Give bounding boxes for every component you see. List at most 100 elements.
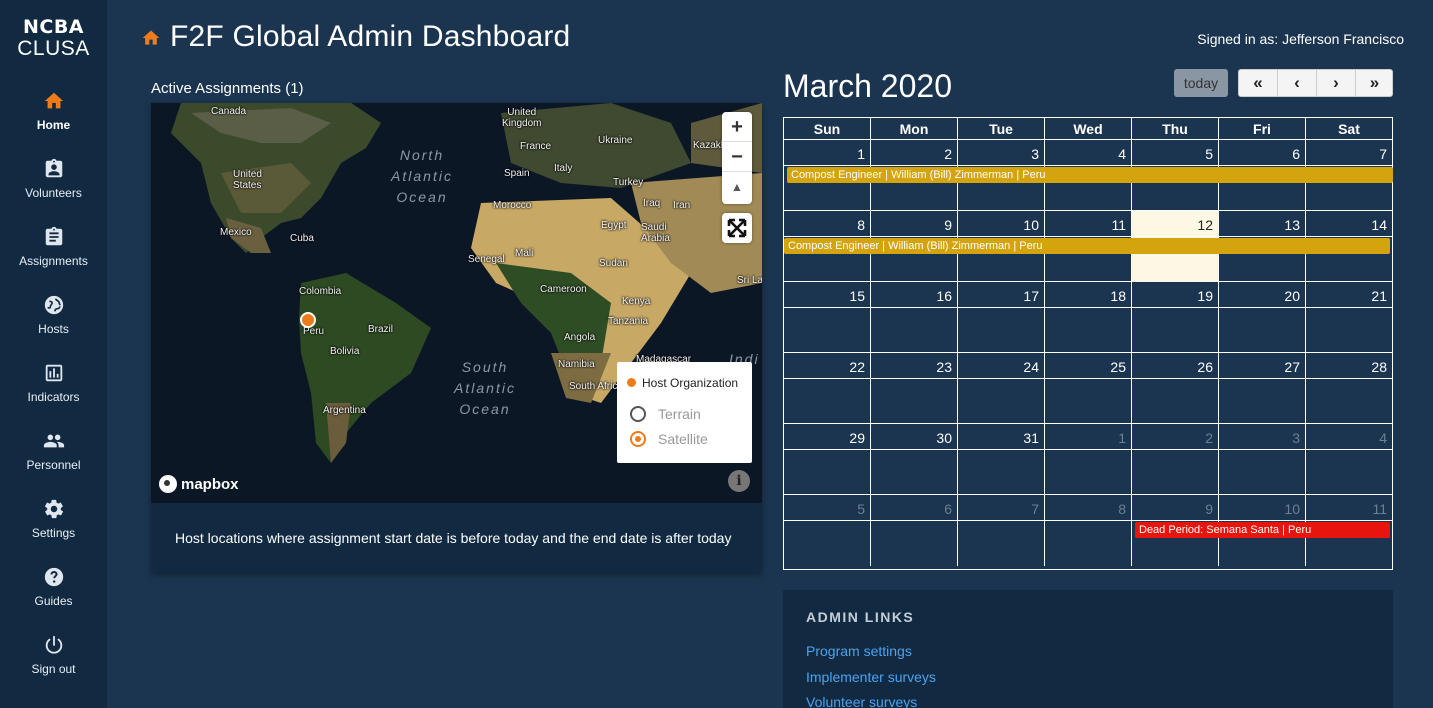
calendar-day-cell[interactable]: 21 bbox=[1306, 282, 1392, 353]
day-number[interactable]: 23 bbox=[936, 359, 952, 375]
map-label-mexico: Mexico bbox=[220, 227, 252, 238]
compass-button[interactable]: ▲ bbox=[722, 172, 752, 202]
day-number[interactable]: 27 bbox=[1284, 359, 1300, 375]
day-number[interactable]: 14 bbox=[1371, 217, 1387, 233]
attribution-info-button[interactable]: i bbox=[728, 470, 750, 492]
day-number[interactable]: 29 bbox=[849, 430, 865, 446]
nav-settings[interactable]: Settings bbox=[0, 498, 107, 558]
calendar-day-cell[interactable]: 15 bbox=[784, 282, 871, 353]
calendar-day-cell[interactable]: 28 bbox=[1306, 353, 1392, 424]
terrain-radio[interactable]: Terrain bbox=[630, 406, 701, 422]
calendar-day-cell[interactable]: 8 bbox=[1045, 495, 1132, 566]
day-number[interactable]: 3 bbox=[1292, 430, 1300, 446]
day-number[interactable]: 10 bbox=[1284, 501, 1300, 517]
calendar-day-cell[interactable]: 16 bbox=[871, 282, 958, 353]
calendar-day-cell[interactable]: 22 bbox=[784, 353, 871, 424]
day-number[interactable]: 4 bbox=[1379, 430, 1387, 446]
calendar-event[interactable]: Compost Engineer | William (Bill) Zimmer… bbox=[784, 238, 1390, 254]
day-number[interactable]: 16 bbox=[936, 288, 952, 304]
calendar-day-cell[interactable]: 3 bbox=[1219, 424, 1306, 495]
calendar-day-cell[interactable]: 23 bbox=[871, 353, 958, 424]
zoom-out-button[interactable]: − bbox=[722, 142, 752, 172]
day-number[interactable]: 28 bbox=[1371, 359, 1387, 375]
day-number[interactable]: 9 bbox=[1205, 501, 1213, 517]
calendar-day-cell[interactable]: 18 bbox=[1045, 282, 1132, 353]
day-number[interactable]: 24 bbox=[1023, 359, 1039, 375]
day-number[interactable]: 8 bbox=[857, 217, 865, 233]
nav-indicators[interactable]: Indicators bbox=[0, 362, 107, 422]
implementer-surveys-link[interactable]: Implementer surveys bbox=[806, 669, 936, 685]
day-number[interactable]: 26 bbox=[1197, 359, 1213, 375]
day-number[interactable]: 15 bbox=[849, 288, 865, 304]
today-button[interactable]: today bbox=[1174, 69, 1228, 97]
day-number[interactable]: 1 bbox=[1118, 430, 1126, 446]
day-number[interactable]: 6 bbox=[1292, 146, 1300, 162]
calendar-day-cell[interactable]: 2 bbox=[1132, 424, 1219, 495]
calendar-day-cell[interactable]: 24 bbox=[958, 353, 1045, 424]
day-number[interactable]: 1 bbox=[857, 146, 865, 162]
day-number[interactable]: 22 bbox=[849, 359, 865, 375]
nav-sign-out[interactable]: Sign out bbox=[0, 634, 107, 694]
nav-assignments[interactable]: Assignments bbox=[0, 226, 107, 286]
calendar-day-cell[interactable]: 5 bbox=[784, 495, 871, 566]
day-number[interactable]: 25 bbox=[1110, 359, 1126, 375]
calendar-day-cell[interactable]: 6 bbox=[871, 495, 958, 566]
host-location-marker[interactable] bbox=[300, 312, 316, 328]
world-map[interactable]: Canada United States Mexico Cuba Colombi… bbox=[151, 103, 762, 503]
day-number[interactable]: 2 bbox=[1205, 430, 1213, 446]
nav-personnel[interactable]: Personnel bbox=[0, 430, 107, 490]
day-number[interactable]: 17 bbox=[1023, 288, 1039, 304]
day-number[interactable]: 10 bbox=[1023, 217, 1039, 233]
zoom-in-button[interactable]: + bbox=[722, 112, 752, 142]
day-number[interactable]: 4 bbox=[1118, 146, 1126, 162]
day-number[interactable]: 13 bbox=[1284, 217, 1300, 233]
prev-month-button[interactable]: ‹ bbox=[1278, 70, 1317, 96]
day-number[interactable]: 6 bbox=[944, 501, 952, 517]
volunteer-surveys-link[interactable]: Volunteer surveys bbox=[806, 694, 917, 708]
calendar-event[interactable]: Dead Period: Semana Santa | Peru bbox=[1135, 522, 1390, 538]
day-number[interactable]: 19 bbox=[1197, 288, 1213, 304]
next-month-button[interactable]: › bbox=[1317, 70, 1356, 96]
day-number[interactable]: 21 bbox=[1371, 288, 1387, 304]
day-number[interactable]: 7 bbox=[1031, 501, 1039, 517]
day-divider bbox=[958, 307, 1044, 308]
day-number[interactable]: 7 bbox=[1379, 146, 1387, 162]
calendar-day-cell[interactable]: 27 bbox=[1219, 353, 1306, 424]
calendar-day-cell[interactable]: 26 bbox=[1132, 353, 1219, 424]
fullscreen-button[interactable] bbox=[722, 213, 752, 243]
day-number[interactable]: 8 bbox=[1118, 501, 1126, 517]
calendar-day-cell[interactable]: 17 bbox=[958, 282, 1045, 353]
day-number[interactable]: 18 bbox=[1110, 288, 1126, 304]
mapbox-logo[interactable]: mapbox bbox=[159, 475, 239, 493]
day-number[interactable]: 30 bbox=[936, 430, 952, 446]
calendar-day-cell[interactable]: 19 bbox=[1132, 282, 1219, 353]
day-number[interactable]: 11 bbox=[1111, 217, 1126, 233]
day-number[interactable]: 12 bbox=[1197, 217, 1213, 233]
nav-guides[interactable]: Guides bbox=[0, 566, 107, 626]
calendar-day-cell[interactable]: 20 bbox=[1219, 282, 1306, 353]
calendar-day-cell[interactable]: 1 bbox=[1045, 424, 1132, 495]
day-number[interactable]: 9 bbox=[944, 217, 952, 233]
day-number[interactable]: 2 bbox=[944, 146, 952, 162]
program-settings-link[interactable]: Program settings bbox=[806, 643, 912, 659]
prev-year-button[interactable]: « bbox=[1239, 70, 1278, 96]
day-number[interactable]: 20 bbox=[1284, 288, 1300, 304]
nav-volunteers[interactable]: Volunteers bbox=[0, 158, 107, 218]
calendar-day-cell[interactable]: 4 bbox=[1306, 424, 1392, 495]
day-number[interactable]: 3 bbox=[1031, 146, 1039, 162]
calendar-day-cell[interactable]: 29 bbox=[784, 424, 871, 495]
calendar-event[interactable]: Compost Engineer | William (Bill) Zimmer… bbox=[787, 167, 1393, 183]
day-number[interactable]: 5 bbox=[1205, 146, 1213, 162]
day-number[interactable]: 11 bbox=[1372, 501, 1387, 517]
calendar-day-cell[interactable]: 25 bbox=[1045, 353, 1132, 424]
ncba-clusa-logo[interactable]: NCBA CLUSA bbox=[0, 18, 107, 60]
calendar-day-cell[interactable]: 30 bbox=[871, 424, 958, 495]
calendar-day-cell[interactable]: 7 bbox=[958, 495, 1045, 566]
nav-home[interactable]: Home bbox=[0, 90, 107, 150]
day-number[interactable]: 31 bbox=[1023, 430, 1039, 446]
satellite-radio[interactable]: Satellite bbox=[630, 431, 708, 447]
nav-hosts[interactable]: Hosts bbox=[0, 294, 107, 354]
next-year-button[interactable]: » bbox=[1356, 70, 1393, 96]
day-number[interactable]: 5 bbox=[857, 501, 865, 517]
calendar-day-cell[interactable]: 31 bbox=[958, 424, 1045, 495]
